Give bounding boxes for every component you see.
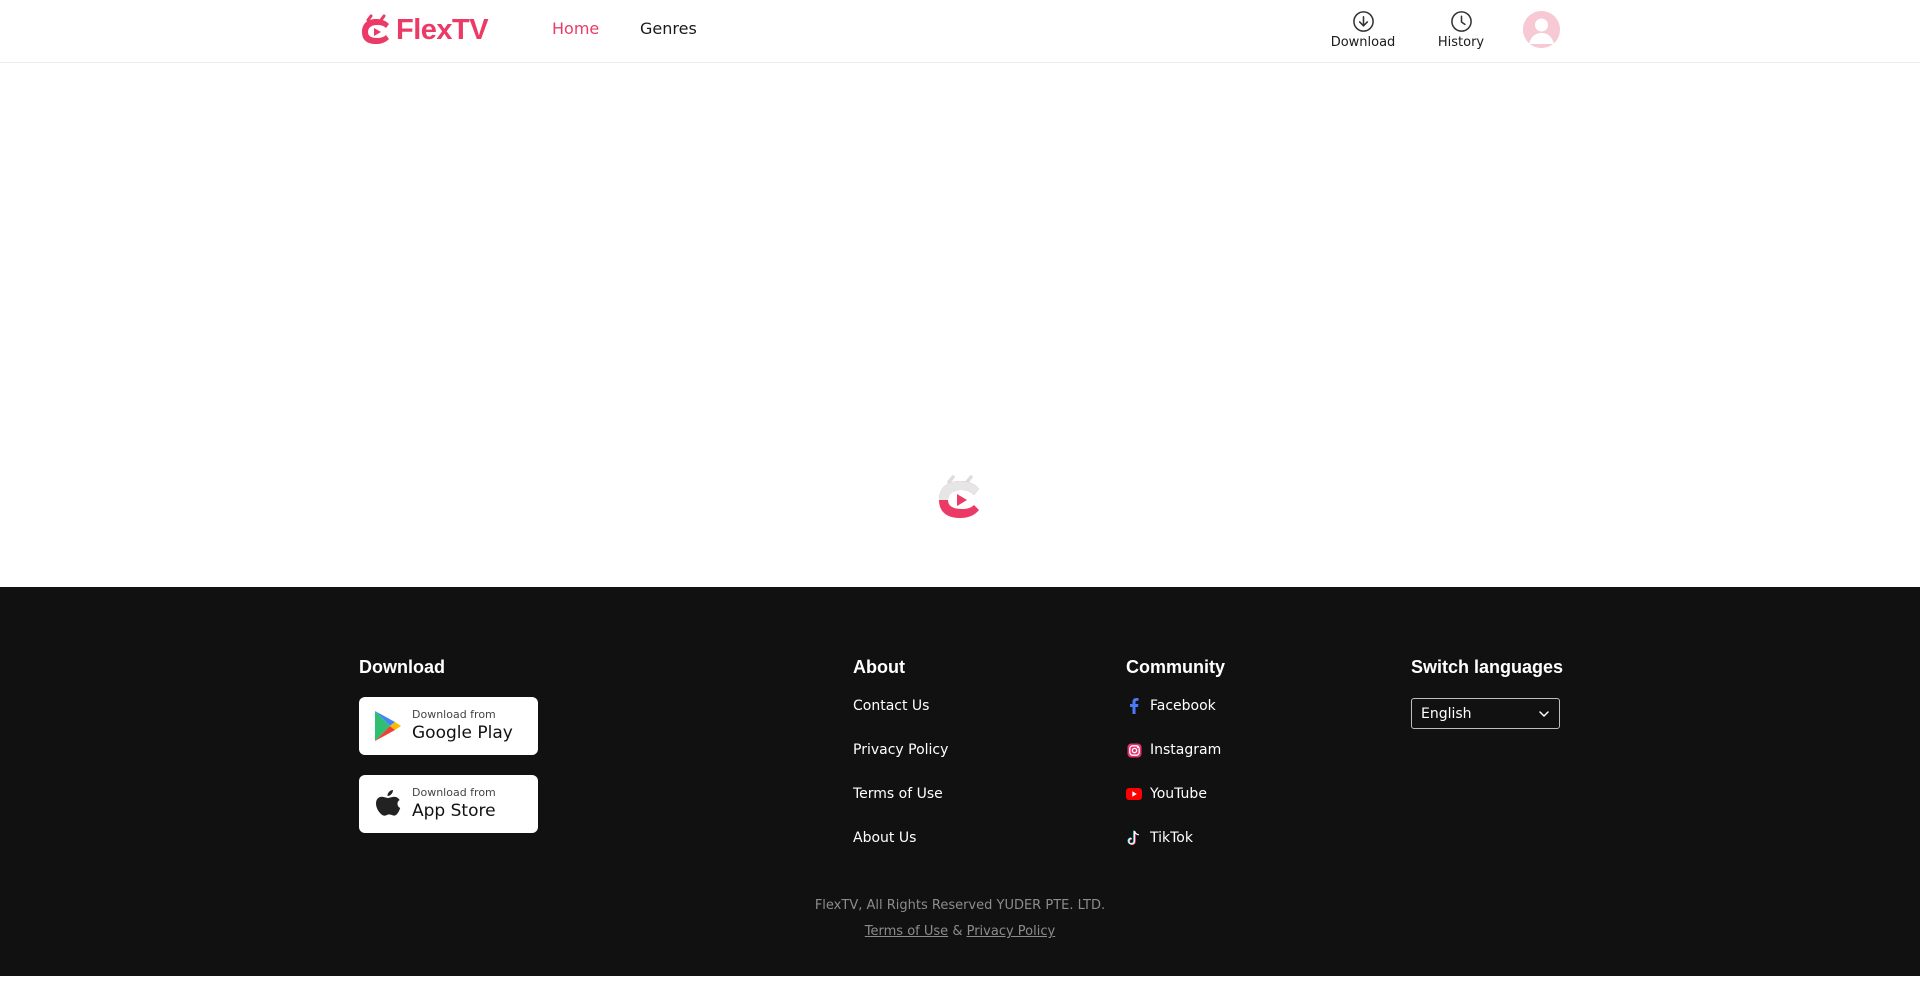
flextv-loading-logo-icon <box>939 475 979 518</box>
legal-links: Terms of Use & Privacy Policy <box>0 924 1920 939</box>
instagram-icon <box>1126 742 1142 758</box>
tiktok-icon <box>1126 830 1142 846</box>
link-facebook[interactable]: Facebook <box>1126 698 1216 714</box>
link-instagram[interactable]: Instagram <box>1126 742 1221 758</box>
facebook-icon <box>1126 698 1142 714</box>
download-button[interactable]: Download <box>1330 10 1396 50</box>
app-store-button[interactable]: Download from App Store <box>359 775 538 833</box>
footer-about-title: About <box>853 657 905 677</box>
app-store-small-label: Download from <box>412 786 496 799</box>
clock-icon <box>1450 11 1472 32</box>
download-icon <box>1352 11 1374 32</box>
legal-separator: & <box>952 924 963 939</box>
facebook-label: Facebook <box>1150 698 1216 714</box>
brand-name: FlexTV <box>396 13 489 46</box>
link-contact-us[interactable]: Contact Us <box>853 698 929 714</box>
app-store-label: App Store <box>412 801 496 821</box>
history-label: History <box>1437 35 1485 50</box>
google-play-label: Google Play <box>412 723 513 743</box>
youtube-icon <box>1126 786 1142 802</box>
link-about-us[interactable]: About Us <box>853 830 916 846</box>
apple-icon <box>372 788 404 820</box>
language-selected-value: English <box>1421 705 1472 722</box>
nav-genres[interactable]: Genres <box>640 19 697 38</box>
legal-terms-link[interactable]: Terms of Use <box>865 924 948 939</box>
footer-languages-title: Switch languages <box>1411 657 1564 677</box>
link-youtube[interactable]: YouTube <box>1126 786 1207 802</box>
site-footer: Download Download from Google Play Downl… <box>0 587 1920 976</box>
copyright-text: FlexTV, All Rights Reserved YUDER PTE. L… <box>814 898 1106 913</box>
nav-home[interactable]: Home <box>552 19 599 38</box>
bottom-strip <box>0 976 1920 993</box>
flextv-logo-icon <box>362 14 389 44</box>
history-button[interactable]: History <box>1436 10 1486 50</box>
google-play-button[interactable]: Download from Google Play <box>359 697 538 755</box>
instagram-label: Instagram <box>1150 742 1222 758</box>
tiktok-label: TikTok <box>1150 830 1193 846</box>
avatar[interactable] <box>1523 11 1560 48</box>
footer-download-title: Download <box>359 657 445 677</box>
language-select[interactable]: English <box>1411 698 1560 729</box>
top-header: FlexTV Home Genres Download History <box>0 0 1920 63</box>
link-terms-of-use[interactable]: Terms of Use <box>853 786 943 802</box>
brand-logo[interactable]: FlexTV <box>359 12 489 48</box>
user-avatar-icon <box>1523 11 1560 48</box>
youtube-label: YouTube <box>1150 786 1207 802</box>
chevron-down-icon <box>1539 711 1549 717</box>
legal-privacy-link[interactable]: Privacy Policy <box>967 924 1056 939</box>
footer-community-title: Community <box>1126 657 1225 677</box>
link-privacy-policy[interactable]: Privacy Policy <box>853 742 948 758</box>
google-play-icon <box>372 710 404 742</box>
link-tiktok[interactable]: TikTok <box>1126 830 1193 846</box>
loading-indicator <box>934 472 986 524</box>
google-play-small-label: Download from <box>412 708 496 721</box>
download-label: Download <box>1330 35 1396 50</box>
